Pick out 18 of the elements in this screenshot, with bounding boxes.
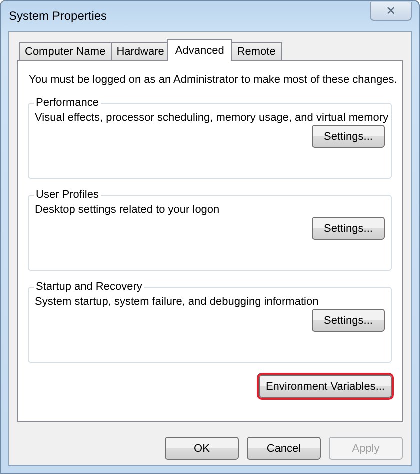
group-description: Desktop settings related to your logon (35, 203, 220, 217)
group-title: User Profiles (35, 189, 100, 201)
group-title: Startup and Recovery (35, 281, 144, 293)
group-description: Visual effects, processor scheduling, memory usage, and virtual memory (35, 111, 389, 125)
dialog-button[interactable]: OK (165, 437, 239, 460)
settings-button[interactable]: Settings... (312, 309, 385, 332)
notice-text: You must be logged on as an Administrator to make most of these changes. (29, 73, 398, 87)
tab[interactable]: Remote (231, 42, 282, 61)
dialog-button[interactable]: Cancel (247, 437, 321, 460)
close-button[interactable]: ✕ (370, 2, 412, 21)
group-title: Performance (35, 97, 100, 109)
tab[interactable]: Computer Name (19, 42, 112, 61)
group-description: System startup, system failure, and debugging information (35, 295, 319, 309)
window-title: System Properties (8, 9, 108, 23)
settings-button[interactable]: Settings... (312, 125, 385, 148)
environment-variables-button[interactable]: Environment Variables... (258, 375, 392, 398)
tab[interactable]: Advanced (167, 39, 232, 61)
settings-button[interactable]: Settings... (312, 217, 385, 240)
